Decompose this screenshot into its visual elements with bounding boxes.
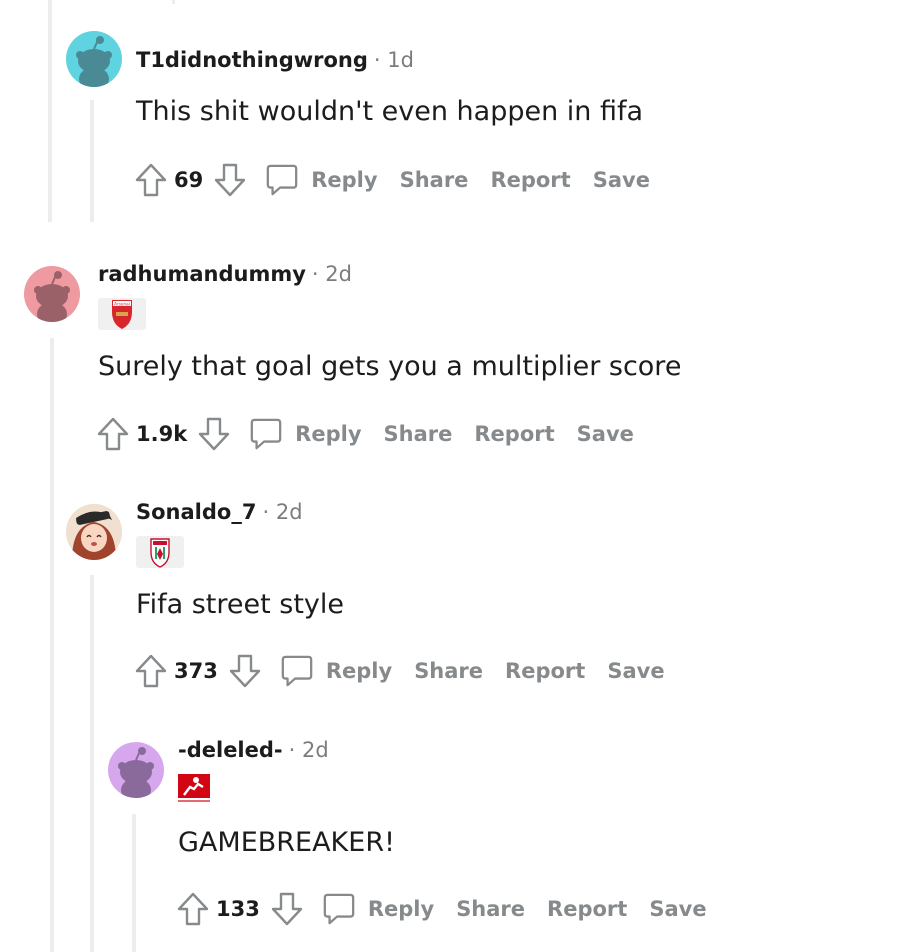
- share-button[interactable]: Share: [414, 659, 483, 683]
- reply-button[interactable]: Reply: [326, 659, 392, 683]
- comment-bubble-icon[interactable]: [322, 892, 356, 926]
- downvote-icon[interactable]: [228, 654, 262, 688]
- thread-line-comment-3[interactable]: [90, 575, 94, 952]
- comment-actions: 373 Reply Share Report Save: [134, 651, 665, 691]
- timestamp[interactable]: · 2d: [312, 262, 352, 286]
- save-button[interactable]: Save: [593, 168, 650, 192]
- snoo-avatar-icon: [34, 271, 70, 322]
- comment-body: Fifa street style: [136, 589, 344, 620]
- thread-line-comment-2[interactable]: [50, 338, 54, 952]
- downvote-icon[interactable]: [213, 163, 247, 197]
- save-button[interactable]: Save: [607, 659, 664, 683]
- save-button[interactable]: Save: [649, 897, 706, 921]
- comment-body: GAMEBREAKER!: [178, 827, 395, 858]
- report-button[interactable]: Report: [490, 168, 570, 192]
- username-text[interactable]: T1didnothingwrong: [136, 48, 368, 72]
- upvote-icon[interactable]: [96, 417, 130, 451]
- thread-line-root[interactable]: [48, 0, 52, 222]
- comment-body: Surely that goal gets you a multiplier s…: [98, 351, 682, 382]
- comment-actions: 1.9k Reply Share Report Save: [96, 414, 634, 454]
- thread-line-comment-1[interactable]: [90, 100, 94, 222]
- avatar[interactable]: [24, 266, 80, 322]
- avatar[interactable]: [108, 742, 164, 798]
- user-flair-arsenal: Arsenal: [98, 298, 146, 330]
- vote-score: 373: [174, 659, 218, 683]
- upvote-icon[interactable]: [134, 163, 168, 197]
- report-button[interactable]: Report: [474, 422, 554, 446]
- downvote-icon[interactable]: [270, 892, 304, 926]
- snoo-avatar-icon: [118, 747, 154, 798]
- comment-actions: 69 Reply Share Report Save: [134, 160, 650, 200]
- snoo-avatar-icon: [76, 36, 112, 87]
- reply-button[interactable]: Reply: [311, 168, 377, 192]
- share-button[interactable]: Share: [456, 897, 525, 921]
- username-text[interactable]: Sonaldo_7: [136, 500, 256, 524]
- comment-bubble-icon[interactable]: [280, 654, 314, 688]
- timestamp[interactable]: · 2d: [289, 738, 329, 762]
- username[interactable]: Sonaldo_7 · 2d: [136, 500, 303, 524]
- vote-score: 133: [216, 897, 260, 921]
- username[interactable]: -deleled- · 2d: [178, 738, 329, 762]
- arsenal-crest-icon: Arsenal: [112, 300, 132, 329]
- username-text[interactable]: radhumandummy: [98, 262, 306, 286]
- comment-bubble-icon[interactable]: [249, 417, 283, 451]
- user-flair-bundesliga: [176, 773, 212, 805]
- reply-button[interactable]: Reply: [295, 422, 361, 446]
- timestamp[interactable]: · 2d: [262, 500, 302, 524]
- downvote-icon[interactable]: [197, 417, 231, 451]
- username[interactable]: T1didnothingwrong · 1d: [136, 48, 414, 72]
- timestamp[interactable]: · 1d: [374, 48, 414, 72]
- user-flair-liverpool: [136, 536, 184, 568]
- bundesliga-logo-icon: [178, 774, 210, 802]
- flair-text: Arsenal: [114, 301, 130, 306]
- reply-button[interactable]: Reply: [368, 897, 434, 921]
- username[interactable]: radhumandummy · 2d: [98, 262, 352, 286]
- upvote-icon[interactable]: [176, 892, 210, 926]
- share-button[interactable]: Share: [384, 422, 453, 446]
- comment-body: This shit wouldn't even happen in fifa: [136, 96, 644, 127]
- report-button[interactable]: Report: [547, 897, 627, 921]
- comment-actions: 133 Reply Share Report Save: [176, 889, 707, 929]
- avatar[interactable]: [66, 31, 122, 87]
- vote-score: 1.9k: [136, 422, 188, 446]
- thread-line-top-stub: [172, 0, 175, 4]
- thread-line-comment-4[interactable]: [132, 814, 136, 952]
- comment-bubble-icon[interactable]: [265, 163, 299, 197]
- upvote-icon[interactable]: [134, 654, 168, 688]
- vote-score: 69: [174, 168, 204, 192]
- share-button[interactable]: Share: [400, 168, 469, 192]
- avatar[interactable]: [66, 504, 122, 560]
- anime-avatar-icon: [66, 504, 122, 560]
- report-button[interactable]: Report: [505, 659, 585, 683]
- username-text[interactable]: -deleled-: [178, 738, 283, 762]
- liverpool-crest-icon: [150, 538, 170, 568]
- save-button[interactable]: Save: [577, 422, 634, 446]
